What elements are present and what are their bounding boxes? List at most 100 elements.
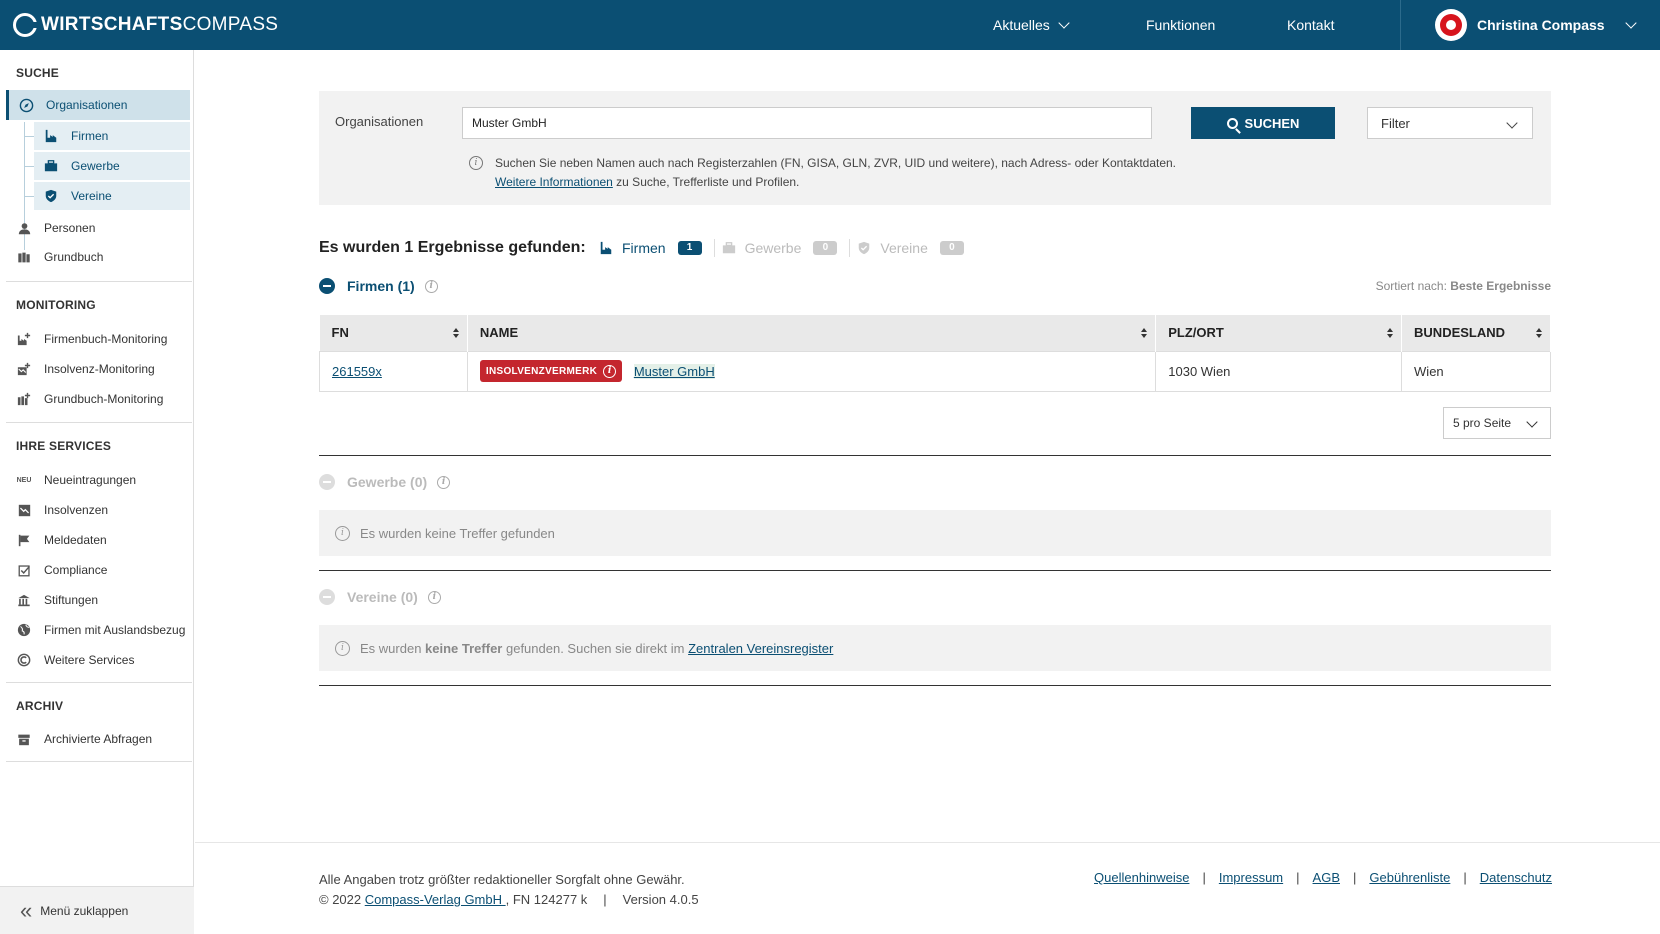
sidebar-item-personen[interactable]: Personen [16,216,95,240]
agb-link[interactable]: AGB [1313,870,1340,885]
tab-firmen[interactable]: Firmen 1 [598,240,702,256]
user-menu[interactable]: Christina Compass [1400,0,1660,50]
column-header-plz-ort[interactable]: PLZ/ORT [1155,315,1403,351]
column-header-name[interactable]: NAME [467,315,1157,351]
count-badge: 0 [939,241,964,255]
sort-value: Beste Ergebnisse [1450,279,1551,293]
section-gewerbe-toggle[interactable]: Gewerbe (0) i [319,474,451,490]
double-chevron-left-icon: « [20,897,33,923]
nav-kontakt[interactable]: Kontakt [1287,0,1334,50]
globe-icon [16,622,32,638]
sort-label: Sortiert nach: [1375,279,1447,293]
datenschutz-link[interactable]: Datenschutz [1480,870,1552,885]
sidebar-item-gewerbe[interactable]: Gewerbe [34,152,190,180]
collapse-menu-button[interactable]: « Menü zuklappen [0,886,194,934]
info-icon[interactable]: i [437,475,451,489]
collapse-minus-icon [319,278,335,294]
sidebar-item-label: Grundbuch [44,250,104,264]
info-icon: i [603,364,617,378]
tab-label: Gewerbe [744,240,802,256]
sidebar-item-label: Archivierte Abfragen [44,732,153,746]
company-name-link[interactable]: Muster GmbH [633,363,715,379]
chevron-down-icon [1058,17,1070,29]
gebuehrenliste-link[interactable]: Gebührenliste [1369,870,1450,885]
vereine-empty-message: i Es wurden keine Treffer gefunden. Such… [319,625,1551,671]
sidebar-item-organisationen[interactable]: Organisationen [6,90,190,120]
footer: Alle Angaben trotz größter redaktionelle… [195,842,1660,934]
bundesland-cell: Wien [1401,350,1551,392]
compass-verlag-link[interactable]: Compass-Verlag GmbH [365,892,506,907]
compass-logo-icon [13,13,38,37]
sidebar-heading-services: IHRE SERVICES [16,439,112,453]
more-info-link[interactable]: Weitere Informationen [495,175,613,189]
sidebar-item-label: Firmen mit Auslandsbezug [44,623,186,637]
info-icon[interactable]: i [427,590,441,604]
result-type-tabs: Firmen 1 Gewerbe 0 Vereine 0 [598,239,976,257]
top-navbar: WIRTSCHAFTSCOMPASS Aktuelles Funktionen … [0,0,1660,50]
chart-down-plus-icon [16,361,32,377]
checkbox-icon [16,562,32,578]
person-icon [16,220,32,236]
insolvenzvermerk-badge[interactable]: INSOLVENZVERMERK i [479,360,623,382]
tab-label: Vereine [880,240,928,256]
fn-link[interactable]: 261559x [332,364,382,379]
section-firmen-toggle[interactable]: Firmen (1) i [319,278,438,294]
sidebar-item-firmen[interactable]: Firmen [34,122,190,150]
nav-funktionen-label: Funktionen [1146,17,1216,33]
sidebar-item-compliance[interactable]: Compliance [16,558,107,582]
section-gewerbe-title: Gewerbe (0) [347,474,428,490]
sidebar-item-vereine[interactable]: Vereine [34,182,190,210]
column-header-bundesland[interactable]: BUNDESLAND [1401,315,1551,351]
search-icon [1226,117,1238,129]
nav-aktuelles-label: Aktuelles [993,17,1050,33]
sidebar-item-label: Firmenbuch-Monitoring [44,332,168,346]
column-header-fn[interactable]: FN [319,315,468,351]
briefcase-icon [43,158,59,174]
sidebar-item-label: Insolvenz-Monitoring [44,362,155,376]
nav-funktionen[interactable]: Funktionen [1146,0,1215,50]
sidebar-heading-suche: SUCHE [16,66,60,80]
tab-gewerbe[interactable]: Gewerbe 0 [721,240,838,256]
factory-icon [598,240,614,256]
quellenhinweise-link[interactable]: Quellenhinweise [1094,870,1189,885]
wirtschaftscompass-logo[interactable]: WIRTSCHAFTSCOMPASS [13,13,278,37]
count-badge: 1 [677,241,702,255]
info-icon[interactable]: i [424,279,438,293]
sidebar-item-label: Vereine [71,189,112,203]
search-button[interactable]: SUCHEN [1191,107,1335,139]
user-avatar-icon [1435,9,1467,41]
tab-vereine[interactable]: Vereine 0 [856,240,964,256]
search-input[interactable] [462,107,1152,139]
compass-icon [18,97,34,113]
sidebar-item-insolvenz-monitoring[interactable]: Insolvenz-Monitoring [16,357,155,381]
section-vereine-toggle[interactable]: Vereine (0) i [319,589,441,605]
sidebar-item-auslandsbezug[interactable]: Firmen mit Auslandsbezug [16,618,185,642]
vereinsregister-link[interactable]: Zentralen Vereinsregister [688,641,833,656]
sidebar-item-insolvenzen[interactable]: Insolvenzen [16,498,108,522]
impressum-link[interactable]: Impressum [1219,870,1283,885]
nav-aktuelles[interactable]: Aktuelles [993,0,1070,50]
section-divider [319,685,1551,686]
sidebar-item-label: Meldedaten [44,533,107,547]
sidebar-item-archivierte-abfragen[interactable]: Archivierte Abfragen [16,727,152,751]
neu-icon: NEU [16,476,32,484]
filter-dropdown[interactable]: Filter [1367,107,1533,139]
logo-text-light: COMPASS [182,14,279,35]
section-vereine-title: Vereine (0) [347,589,418,605]
sidebar-item-grundbuch-monitoring[interactable]: Grundbuch-Monitoring [16,387,163,411]
collapse-minus-icon [319,589,335,605]
per-page-label: 5 pro Seite [1453,416,1512,430]
sidebar-item-grundbuch[interactable]: Grundbuch [16,245,103,269]
sidebar-item-weitere-services[interactable]: Weitere Services [16,648,134,672]
sidebar-item-stiftungen[interactable]: Stiftungen [16,588,98,612]
sort-icon [1141,328,1148,338]
sidebar-item-meldedaten[interactable]: Meldedaten [16,528,107,552]
sidebar-item-neueintragungen[interactable]: NEU Neueintragungen [16,468,136,492]
info-icon: i [469,156,483,170]
sort-by[interactable]: Sortiert nach: Beste Ergebnisse [1376,279,1551,293]
sidebar-heading-monitoring: MONITORING [16,298,96,312]
chevron-down-icon [1526,416,1538,428]
sidebar-item-firmenbuch-monitoring[interactable]: Firmenbuch-Monitoring [16,327,167,351]
filter-dropdown-label: Filter [1381,115,1410,131]
per-page-dropdown[interactable]: 5 pro Seite [1443,407,1551,439]
